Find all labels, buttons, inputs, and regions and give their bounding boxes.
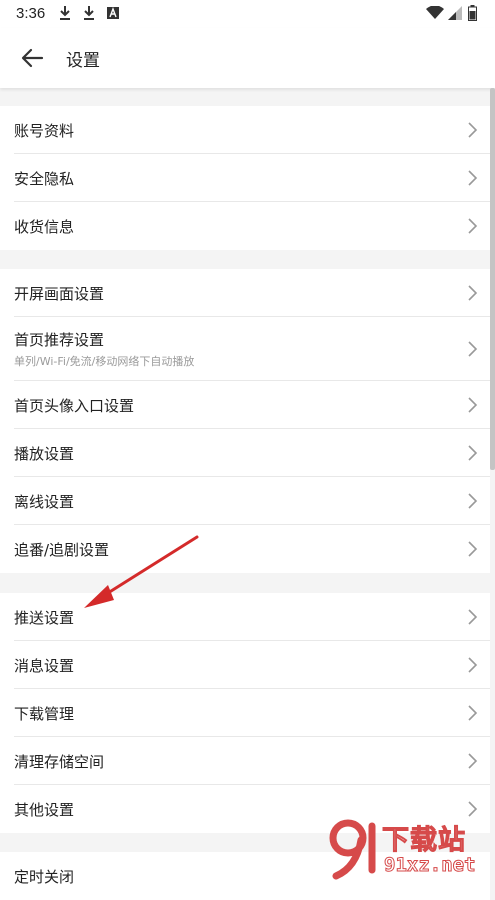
chevron-right-icon [468,122,478,138]
battery-icon [468,5,477,21]
wifi-icon [426,6,444,19]
settings-item-playback[interactable]: 播放设置 [0,429,490,477]
settings-group-display: 开屏画面设置 首页推荐设置 单列/Wi-Fi/免流/移动网络下自动播放 首页头像… [0,269,490,573]
settings-group-notifications: 推送设置 消息设置 下载管理 清理存储空间 其他设置 [0,593,490,833]
page-title: 设置 [66,51,100,71]
chevron-right-icon [468,493,478,509]
settings-item-label: 播放设置 [14,445,75,463]
settings-item-shipping-info[interactable]: 收货信息 [0,202,490,250]
settings-item-label: 账号资料 [14,122,75,140]
settings-item-label: 收货信息 [14,218,75,236]
settings-item-label: 消息设置 [14,657,75,675]
settings-item-splash-screen[interactable]: 开屏画面设置 [0,269,490,317]
settings-item-label: 离线设置 [14,493,75,511]
scrollbar-thumb[interactable] [490,88,495,470]
settings-item-label: 清理存储空间 [14,753,105,771]
chevron-right-icon [468,541,478,557]
app-notification-icon [107,7,119,19]
settings-group-account: 账号资料 安全隐私 收货信息 [0,106,490,250]
settings-item-subtitle: 单列/Wi-Fi/免流/移动网络下自动播放 [14,355,195,368]
settings-item-label: 开屏画面设置 [14,285,105,303]
settings-item-home-avatar-entry[interactable]: 首页头像入口设置 [0,381,490,429]
chevron-right-icon [468,445,478,461]
chevron-right-icon [468,705,478,721]
app-header: 设置 [0,28,495,88]
settings-item-clear-storage[interactable]: 清理存储空间 [0,737,490,785]
download-icon-2 [84,6,94,20]
settings-item-home-recommend[interactable]: 首页推荐设置 单列/Wi-Fi/免流/移动网络下自动播放 [0,317,490,381]
watermark-91-icon [329,819,376,880]
chevron-right-icon [468,170,478,186]
settings-item-label: 追番/追剧设置 [14,541,110,559]
settings-item-messages[interactable]: 消息设置 [0,641,490,689]
chevron-right-icon [468,801,478,817]
settings-item-offline[interactable]: 离线设置 [0,477,490,525]
download-icon [60,6,70,20]
watermark-logo: 下载站 91xz.net [328,818,493,880]
settings-item-label: 安全隐私 [14,170,75,188]
settings-item-label: 下载管理 [14,705,75,723]
status-bar: 3:36 [0,0,495,28]
chevron-right-icon [468,285,478,301]
chevron-right-icon [468,218,478,234]
settings-item-account-profile[interactable]: 账号资料 [0,106,490,154]
settings-item-label: 推送设置 [14,609,75,627]
settings-item-label: 首页头像入口设置 [14,397,135,415]
settings-item-label: 首页推荐设置 [14,331,105,349]
watermark-url: 91xz.net [384,854,477,877]
settings-item-label: 其他设置 [14,801,75,819]
chevron-right-icon [468,397,478,413]
settings-item-push[interactable]: 推送设置 [0,593,490,641]
chevron-right-icon [468,609,478,625]
settings-item-follow-series[interactable]: 追番/追剧设置 [0,525,490,573]
settings-item-label: 定时关闭 [14,868,75,886]
chevron-right-icon [468,753,478,769]
settings-item-security-privacy[interactable]: 安全隐私 [0,154,490,202]
cellular-signal-icon [448,6,462,20]
chevron-right-icon [468,341,478,357]
watermark-text: 下载站 [382,825,466,857]
back-arrow-icon[interactable] [18,44,46,72]
status-time: 3:36 [16,5,46,22]
chevron-right-icon [468,657,478,673]
settings-item-downloads[interactable]: 下载管理 [0,689,490,737]
